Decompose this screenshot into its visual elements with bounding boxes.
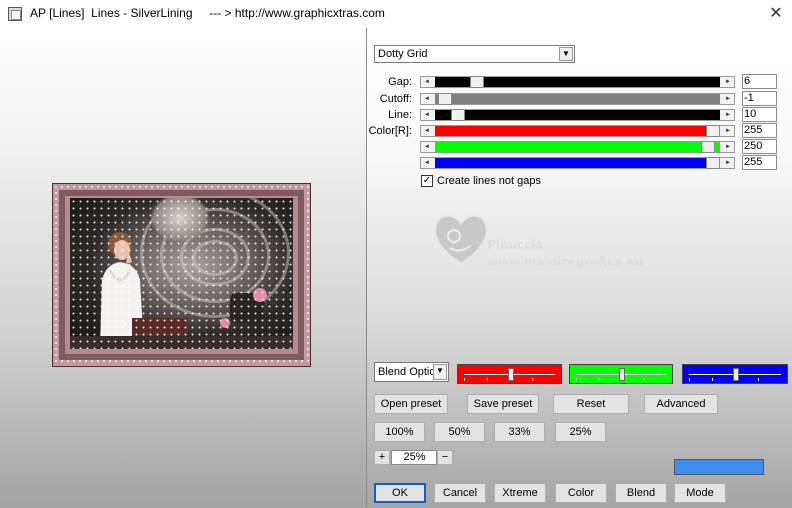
zoom-input[interactable]: 25%	[391, 450, 437, 465]
advanced-button[interactable]: Advanced	[644, 394, 718, 414]
create-lines-checkbox[interactable]: ✓	[421, 175, 433, 187]
watermark-name: Pinuccia	[487, 238, 544, 252]
slider-track	[435, 76, 720, 88]
chevron-down-icon[interactable]: ▼	[559, 47, 573, 61]
color-button[interactable]: Color	[555, 483, 607, 503]
effect-dropdown[interactable]: Dotty Grid ▼	[374, 45, 575, 63]
arrow-right-icon[interactable]: ►	[722, 110, 734, 120]
zoom-plus-button[interactable]: +	[374, 450, 390, 465]
slider-value-field[interactable]: 255	[742, 123, 777, 138]
slider-track	[435, 157, 720, 169]
blend-options-dropdown[interactable]: Blend Optio ▼	[374, 362, 449, 382]
slider-value-field[interactable]: 6	[742, 74, 777, 89]
slider-track	[435, 125, 720, 137]
slider-value-field[interactable]: 255	[742, 155, 777, 170]
app-icon	[8, 7, 22, 21]
slider-label: Line:	[388, 109, 412, 121]
arrow-left-icon[interactable]: ◄	[421, 94, 433, 104]
slider-thumb[interactable]	[619, 368, 625, 381]
preview-image	[52, 183, 311, 367]
arrow-right-icon[interactable]: ►	[722, 142, 734, 152]
close-icon[interactable]: ✕	[760, 0, 792, 28]
check-icon: ✓	[422, 175, 432, 186]
arrow-left-icon[interactable]: ◄	[421, 158, 433, 168]
slider-fill	[435, 142, 720, 152]
chevron-down-icon[interactable]: ▼	[433, 364, 447, 380]
slider-fill	[435, 126, 720, 136]
slider-5[interactable]: ◄ ►	[420, 157, 735, 169]
arrow-right-icon[interactable]: ►	[722, 158, 734, 168]
window-title: AP [Lines] Lines - SilverLining --- > ht…	[30, 6, 385, 20]
arrow-left-icon[interactable]: ◄	[421, 126, 433, 136]
slider-1[interactable]: ◄ ►	[420, 93, 735, 105]
slider-0[interactable]: ◄ ►	[420, 76, 735, 88]
slider-thumb[interactable]	[733, 368, 739, 381]
zoom-100-button[interactable]: 100%	[374, 422, 425, 442]
ok-button[interactable]: OK	[374, 483, 426, 503]
arrow-right-icon[interactable]: ►	[722, 94, 734, 104]
zoom-25-button[interactable]: 25%	[555, 422, 606, 442]
slider-track	[435, 141, 720, 153]
slider-2[interactable]: ◄ ►	[420, 109, 735, 121]
title-bar: AP [Lines] Lines - SilverLining --- > ht…	[0, 0, 792, 28]
xtreme-button[interactable]: Xtreme	[494, 483, 546, 503]
slider-label: Cutoff:	[379, 93, 412, 105]
watermark-url: www.maidiregrafica.eu	[487, 255, 644, 269]
slider-value-field[interactable]: -1	[742, 91, 777, 106]
arrow-left-icon[interactable]: ◄	[421, 142, 433, 152]
arrow-right-icon[interactable]: ►	[722, 77, 734, 87]
slider-fill	[435, 158, 720, 168]
slider-thumb[interactable]	[706, 157, 720, 169]
arrow-left-icon[interactable]: ◄	[421, 110, 433, 120]
slider-track	[435, 109, 720, 121]
color-slider-1[interactable]	[569, 364, 673, 384]
slider-thumb[interactable]	[706, 125, 720, 137]
slider-thumb[interactable]	[438, 93, 452, 105]
slider-4[interactable]: ◄ ►	[420, 141, 735, 153]
blend-button[interactable]: Blend	[615, 483, 667, 503]
slider-thumb[interactable]	[470, 76, 484, 88]
zoom-50-button[interactable]: 50%	[434, 422, 485, 442]
open-preset-button[interactable]: Open preset	[374, 394, 448, 414]
color-slider-2[interactable]	[682, 364, 788, 384]
save-preset-button[interactable]: Save preset	[467, 394, 539, 414]
slider-track	[435, 93, 720, 105]
slider-label: Color[R]:	[368, 125, 412, 137]
slider-fill	[435, 110, 720, 120]
color-slider-0[interactable]	[457, 364, 562, 384]
zoom-minus-button[interactable]: −	[437, 450, 453, 465]
blend-options-value: Blend Optio	[378, 366, 436, 378]
slider-fill	[435, 94, 720, 104]
slider-3[interactable]: ◄ ►	[420, 125, 735, 137]
mode-button[interactable]: Mode	[674, 483, 726, 503]
arrow-left-icon[interactable]: ◄	[421, 77, 433, 87]
watermark-logo: Pinuccia www.maidiregrafica.eu	[430, 208, 660, 278]
color-swatch[interactable]	[674, 459, 764, 475]
heart-icon	[434, 214, 488, 266]
effect-dropdown-value: Dotty Grid	[378, 48, 428, 60]
zoom-33-button[interactable]: 33%	[494, 422, 545, 442]
create-lines-label: Create lines not gaps	[437, 175, 541, 187]
slider-thumb[interactable]	[451, 109, 465, 121]
slider-value-field[interactable]: 250	[742, 139, 777, 154]
slider-thumb[interactable]	[508, 368, 514, 381]
slider-value-field[interactable]: 10	[742, 107, 777, 122]
reset-button[interactable]: Reset	[553, 394, 629, 414]
preview-artwork	[70, 198, 293, 349]
slider-thumb[interactable]	[701, 141, 715, 153]
arrow-right-icon[interactable]: ►	[722, 126, 734, 136]
slider-label: Gap:	[388, 76, 412, 88]
cancel-button[interactable]: Cancel	[434, 483, 486, 503]
